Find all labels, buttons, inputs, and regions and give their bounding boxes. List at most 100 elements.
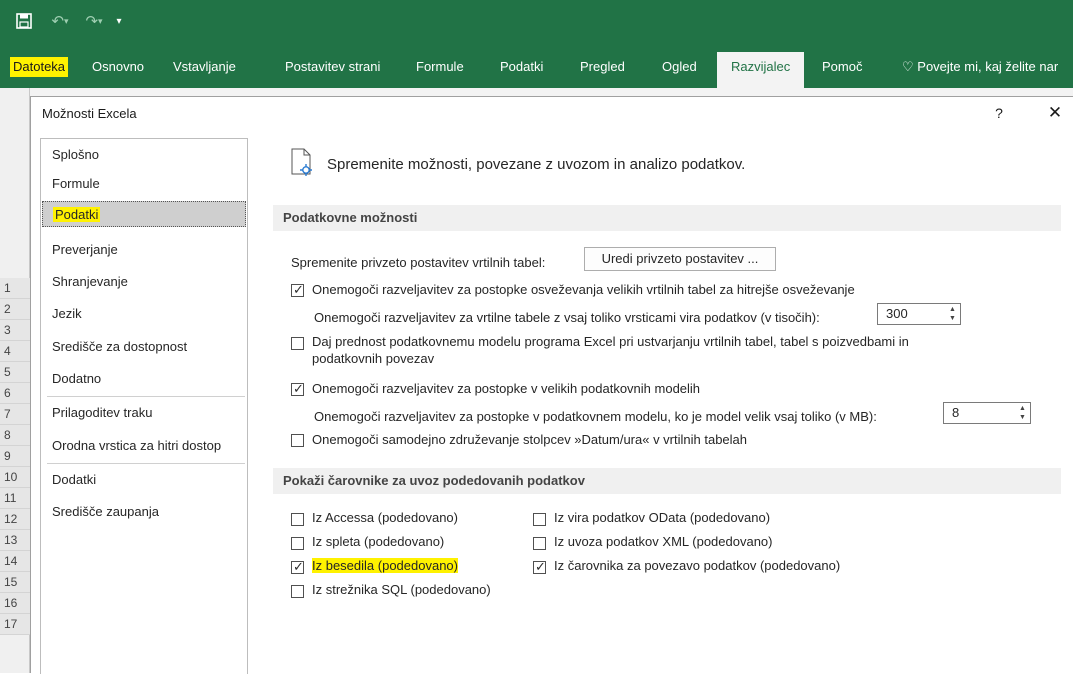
undo-rows-value: 300 <box>886 306 908 321</box>
undo-mb-spinner[interactable]: 8 ▲ ▼ <box>943 402 1031 424</box>
nav-divider <box>47 463 245 464</box>
row-header[interactable]: 3 <box>0 320 30 341</box>
nav-item-shranjevanje[interactable]: Shranjevanje <box>42 269 246 295</box>
redo-icon[interactable]: ↷ ▾ <box>80 10 108 32</box>
label-undo-rows: Onemogoči razveljavitev za vrtilne tabel… <box>314 310 820 325</box>
label-from-sql: Iz strežnika SQL (podedovano) <box>312 582 491 597</box>
worksheet-edge: 1 2 3 4 5 6 7 8 9 10 11 12 13 14 15 16 1… <box>0 88 30 673</box>
tab-osnovno[interactable]: Osnovno <box>92 57 144 77</box>
label-from-text: Iz besedila (podedovano) <box>312 558 458 573</box>
checkbox-from-web[interactable] <box>291 537 304 550</box>
row-header[interactable]: 1 <box>0 278 30 299</box>
checkbox-from-xml[interactable] <box>533 537 546 550</box>
row-header[interactable]: 7 <box>0 404 30 425</box>
label-undo-large-models: Onemogoči razveljavitev za postopke v ve… <box>312 381 701 396</box>
checkmark-icon: ✓ <box>293 282 304 297</box>
nav-divider <box>47 396 245 397</box>
tab-pomoc[interactable]: Pomoč <box>822 57 862 77</box>
undo-mb-value: 8 <box>952 405 960 420</box>
label-from-web: Iz spleta (podedovano) <box>312 534 445 549</box>
row-header[interactable]: 10 <box>0 467 30 488</box>
nav-item-dostopnost[interactable]: Središče za dostopnost <box>42 334 246 360</box>
row-header[interactable]: 14 <box>0 551 30 572</box>
ribbon-tab-bar: Datoteka Osnovno Vstavljanje Postavitev … <box>0 44 1073 88</box>
tab-datoteka[interactable]: Datoteka <box>10 57 69 77</box>
section-legacy-wizards: Pokaži čarovnike za uvoz podedovanih pod… <box>273 468 1061 494</box>
close-button[interactable]: ✕ <box>1044 102 1066 124</box>
checkbox-from-access[interactable] <box>291 513 304 526</box>
pivot-layout-label: Spremenite privzeto postavitev vrtilnih … <box>291 255 546 270</box>
page-header: Spremenite možnosti, povezane z uvozom i… <box>327 156 746 173</box>
excel-options-dialog: Možnosti Excela ? ✕ Splošno Formule Poda… <box>30 96 1073 674</box>
row-header[interactable]: 5 <box>0 362 30 383</box>
tab-formule[interactable]: Formule <box>416 57 464 77</box>
dialog-title: Možnosti Excela <box>42 106 137 121</box>
row-header[interactable]: 16 <box>0 593 30 614</box>
row-header[interactable]: 8 <box>0 425 30 446</box>
save-icon[interactable] <box>14 10 34 32</box>
options-nav: Splošno Formule Podatki Preverjanje Shra… <box>40 138 248 674</box>
checkbox-from-text[interactable]: ✓ <box>291 559 304 574</box>
label-data-model-line2: podatkovnih povezav <box>312 351 435 366</box>
label-from-access: Iz Accessa (podedovano) <box>312 510 458 525</box>
checkbox-from-connection-wizard[interactable]: ✓ <box>533 559 546 574</box>
row-header[interactable]: 6 <box>0 383 30 404</box>
excel-title-bar: ↶ ▾ ↷ ▾ ▾ <box>0 0 1073 44</box>
label-from-connection-wizard: Iz čarovnika za povezavo podatkov (poded… <box>554 558 841 573</box>
label-data-model-line1: Daj prednost podatkovnemu modelu program… <box>312 334 909 349</box>
data-options-icon <box>289 148 315 178</box>
checkmark-icon: ✓ <box>293 559 304 574</box>
undo-icon[interactable]: ↶ ▾ <box>46 10 74 32</box>
customize-qat-icon[interactable]: ▾ <box>112 10 126 32</box>
checkbox-from-odata[interactable] <box>533 513 546 526</box>
label-auto-grouping: Onemogoči samodejno združevanje stolpcev… <box>312 432 748 447</box>
row-header[interactable]: 12 <box>0 509 30 530</box>
checkbox-auto-grouping[interactable] <box>291 434 304 447</box>
row-header[interactable]: 15 <box>0 572 30 593</box>
nav-item-orodna-vrstica[interactable]: Orodna vrstica za hitri dostop <box>42 433 246 459</box>
nav-item-jezik[interactable]: Jezik <box>42 301 246 327</box>
row-header[interactable]: 13 <box>0 530 30 551</box>
tell-me-text: Povejte mi, kaj želite nar <box>917 59 1059 74</box>
tab-ogled[interactable]: Ogled <box>662 57 697 77</box>
row-header[interactable]: 17 <box>0 614 30 635</box>
tab-razvijalec[interactable]: Razvijalec <box>717 52 805 88</box>
row-header[interactable]: 2 <box>0 299 30 320</box>
undo-rows-spinner[interactable]: 300 ▲ ▼ <box>877 303 961 325</box>
row-header[interactable]: 4 <box>0 341 30 362</box>
checkbox-from-sql[interactable] <box>291 585 304 598</box>
nav-item-dodatno[interactable]: Dodatno <box>42 366 246 392</box>
tab-vstavljanje[interactable]: Vstavljanje <box>173 57 236 77</box>
label-undo-refresh: Onemogoči razveljavitev za postopke osve… <box>312 282 855 297</box>
edit-default-layout-label: Uredi privzeto postavitev ... <box>601 251 759 266</box>
checkbox-undo-large-models[interactable]: ✓ <box>291 381 304 396</box>
label-from-odata: Iz vira podatkov OData (podedovano) <box>554 510 771 525</box>
edit-default-layout-button[interactable]: Uredi privzeto postavitev ... <box>584 247 776 271</box>
lightbulb-icon: ♡ <box>902 59 914 74</box>
nav-item-dodatki[interactable]: Dodatki <box>42 467 246 493</box>
tab-podatki[interactable]: Podatki <box>500 57 543 77</box>
nav-item-formule[interactable]: Formule <box>42 171 246 197</box>
checkmark-icon: ✓ <box>293 381 304 396</box>
row-header[interactable]: 9 <box>0 446 30 467</box>
nav-item-sredisce-zaupanja[interactable]: Središče zaupanja <box>42 499 246 525</box>
checkbox-data-model[interactable] <box>291 337 304 350</box>
nav-item-splosno[interactable]: Splošno <box>42 142 246 168</box>
row-header[interactable]: 11 <box>0 488 30 509</box>
tell-me-search[interactable]: ♡ Povejte mi, kaj želite nar <box>902 57 1058 77</box>
checkbox-undo-refresh[interactable]: ✓ <box>291 282 304 297</box>
tab-postavitev-strani[interactable]: Postavitev strani <box>285 57 380 77</box>
help-button[interactable]: ? <box>988 102 1010 124</box>
section-data-options: Podatkovne možnosti <box>273 205 1061 231</box>
tab-pregled[interactable]: Pregled <box>580 57 625 77</box>
nav-item-label: Podatki <box>53 207 101 222</box>
options-content: Spremenite možnosti, povezane z uvozom i… <box>273 138 1073 674</box>
spinner-arrows-icon[interactable]: ▲ ▼ <box>948 305 957 323</box>
nav-item-preverjanje[interactable]: Preverjanje <box>42 237 246 263</box>
spinner-arrows-icon[interactable]: ▲ ▼ <box>1018 404 1027 422</box>
label-undo-mb: Onemogoči razveljavitev za postopke v po… <box>314 409 877 424</box>
nav-item-prilagoditev-traku[interactable]: Prilagoditev traku <box>42 400 246 426</box>
checkmark-icon: ✓ <box>535 559 546 574</box>
label-from-xml: Iz uvoza podatkov XML (podedovano) <box>554 534 773 549</box>
nav-item-podatki[interactable]: Podatki <box>42 201 246 227</box>
